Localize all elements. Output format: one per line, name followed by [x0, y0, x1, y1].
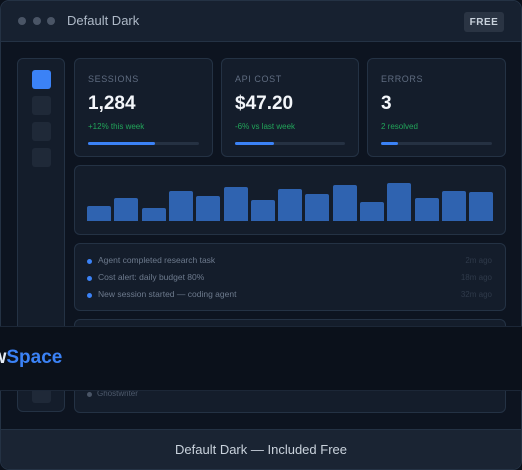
chart-bar	[141, 208, 166, 221]
card-value: 3	[381, 93, 392, 114]
theme-footer: Default Dark — Included Free	[1, 429, 521, 469]
card-value: $47.20	[235, 93, 294, 114]
api-cost-card: API COST $47.20 -6% vs last week	[221, 58, 359, 157]
chart-bar	[250, 200, 275, 221]
chart-bar	[414, 198, 439, 221]
card-label: SESSIONS	[88, 74, 139, 84]
app-window: Default Dark FREE SESSIONS 1,284 +12% th…	[0, 0, 522, 470]
sidebar-nav-icon[interactable]	[32, 148, 51, 167]
status-dot-icon	[87, 293, 92, 298]
card-label: ERRORS	[381, 74, 424, 84]
chart-bar	[305, 194, 330, 221]
free-badge: FREE	[464, 12, 504, 32]
theme-caption: Default Dark — Included Free	[175, 442, 347, 457]
card-delta: +12% this week	[88, 122, 145, 131]
progress-track	[381, 142, 492, 145]
card-value: 1,284	[88, 93, 136, 114]
close-window-dot[interactable]	[18, 17, 26, 25]
chart-bar	[360, 202, 384, 221]
status-dot-icon	[87, 392, 92, 397]
progress-fill	[381, 142, 398, 145]
brand-banner: awSpace	[0, 326, 522, 391]
list-item[interactable]: New session started — coding agent 32m a…	[75, 287, 505, 303]
card-delta: -6% vs last week	[235, 122, 296, 131]
chart-bar	[469, 192, 494, 221]
sidebar-home-icon[interactable]	[32, 70, 51, 89]
chart-bar	[387, 183, 412, 221]
activity-text: New session started — coding agent	[98, 289, 237, 299]
progress-fill	[235, 142, 274, 145]
activity-text: Cost alert: daily budget 80%	[98, 272, 205, 282]
chart-bar	[441, 191, 466, 221]
activity-time: 2m ago	[465, 256, 492, 265]
chart-bar	[196, 196, 221, 221]
chart-bar	[223, 187, 248, 221]
brand-text-accent: Space	[6, 347, 63, 368]
card-label: API COST	[235, 74, 282, 84]
sessions-card: SESSIONS 1,284 +12% this week	[74, 58, 213, 157]
progress-track	[88, 142, 199, 145]
chart-bar	[87, 206, 111, 221]
brand-logo: awSpace	[0, 347, 62, 369]
window-title: Default Dark	[67, 13, 140, 28]
status-dot-icon	[87, 276, 92, 281]
chart-bar	[278, 189, 303, 221]
activity-time: 18m ago	[460, 273, 492, 282]
activity-bar-chart	[74, 165, 506, 235]
chart-bar	[114, 198, 139, 221]
list-item[interactable]: Agent completed research task 2m ago	[75, 253, 505, 269]
maximize-window-dot[interactable]	[47, 17, 55, 25]
sidebar-nav-icon[interactable]	[32, 96, 51, 115]
progress-fill	[88, 142, 155, 145]
activity-text: Agent completed research task	[98, 255, 216, 265]
chart-bar	[332, 185, 357, 221]
chart-bar	[168, 191, 193, 221]
minimize-window-dot[interactable]	[33, 17, 41, 25]
errors-card: ERRORS 3 2 resolved	[367, 58, 506, 157]
sidebar-nav-icon[interactable]	[32, 122, 51, 141]
list-item[interactable]: Cost alert: daily budget 80% 18m ago	[75, 270, 505, 286]
progress-track	[235, 142, 345, 145]
activity-feed: Agent completed research task 2m ago Cos…	[74, 243, 506, 311]
card-delta: 2 resolved	[381, 122, 418, 131]
status-dot-icon	[87, 259, 92, 264]
activity-time: 32m ago	[460, 290, 492, 299]
title-bar: Default Dark FREE	[1, 1, 521, 42]
